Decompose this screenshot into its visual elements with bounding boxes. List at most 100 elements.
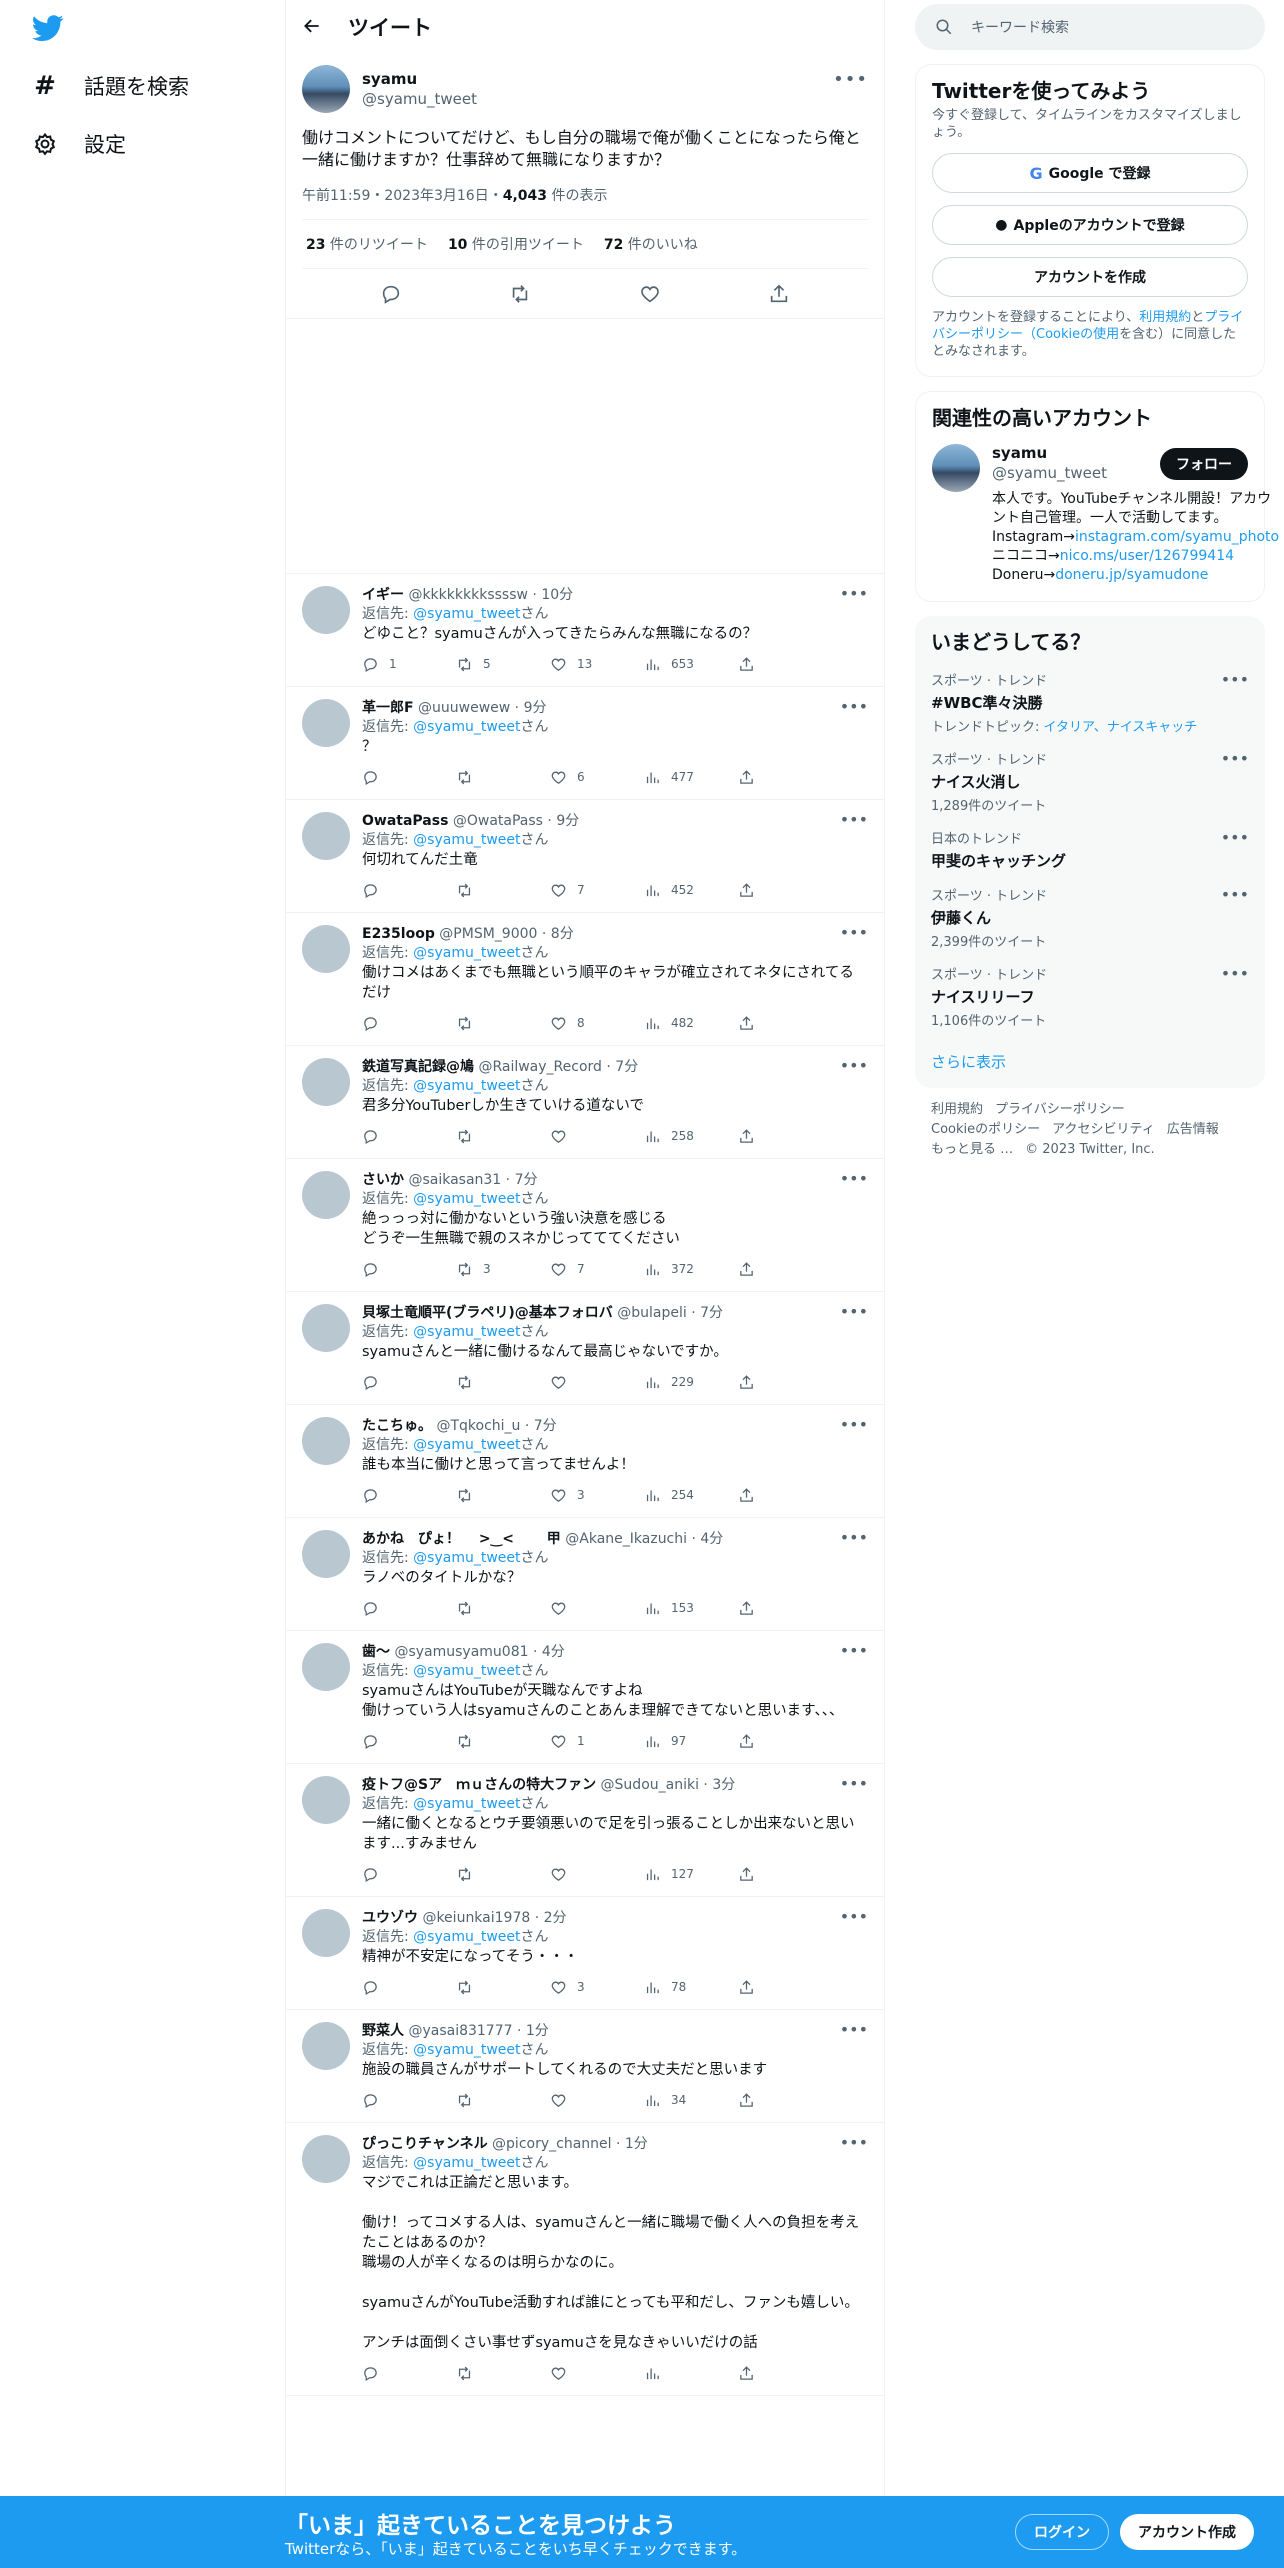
- share-button[interactable]: [738, 1261, 832, 1278]
- views-button[interactable]: 127: [644, 1866, 738, 1883]
- like-button[interactable]: 13: [550, 656, 644, 673]
- like-button[interactable]: 3: [550, 1979, 644, 1996]
- retweet-button[interactable]: [456, 2092, 550, 2109]
- share-button[interactable]: [738, 1866, 832, 1883]
- retweet-button[interactable]: [456, 2365, 550, 2382]
- avatar[interactable]: [302, 1171, 350, 1219]
- more-options-icon[interactable]: •••: [1221, 828, 1249, 847]
- trend-item[interactable]: スポーツ · トレンド 伊藤くん 2,399件のツイート •••: [931, 885, 1249, 950]
- share-button[interactable]: [738, 1600, 832, 1617]
- avatar[interactable]: [302, 2022, 350, 2070]
- reply-button[interactable]: [362, 1487, 456, 1504]
- reply-button[interactable]: [362, 1261, 456, 1278]
- share-icon[interactable]: [768, 283, 790, 305]
- avatar[interactable]: [302, 65, 350, 113]
- retweet-button[interactable]: [456, 1979, 550, 1996]
- views-button[interactable]: 477: [644, 769, 738, 786]
- doneru-link[interactable]: doneru.jp/syamudone: [1055, 567, 1208, 583]
- reply-author-handle[interactable]: @Sudou_aniki: [601, 1777, 699, 1793]
- reply-tweet[interactable]: ユウゾウ @keiunkai1978 · 2分 ••• 返信先: @syamu_tw…: [286, 1897, 884, 2010]
- like-button[interactable]: [550, 1600, 644, 1617]
- trend-item[interactable]: 日本のトレンド 甲斐のキャッチング •••: [931, 828, 1249, 871]
- reply-author-handle[interactable]: @saikasan31: [408, 1172, 501, 1188]
- reply-time[interactable]: 9分: [556, 813, 579, 829]
- reply-author-handle[interactable]: @OwataPass: [453, 813, 543, 829]
- avatar[interactable]: [932, 444, 980, 492]
- reply-tweet[interactable]: 疫トフ@Sア ｍｕさんの特大ファン @Sudou_aniki · 3分 ••• 返信…: [286, 1764, 884, 1897]
- reply-button[interactable]: [362, 1866, 456, 1883]
- login-button[interactable]: ログイン: [1015, 2514, 1109, 2550]
- reply-time[interactable]: 8分: [551, 926, 574, 942]
- avatar[interactable]: [302, 1417, 350, 1465]
- reply-tweet[interactable]: さいか @saikasan31 · 7分 ••• 返信先: @syamu_tweet…: [286, 1159, 884, 1292]
- more-options-icon[interactable]: •••: [840, 584, 868, 603]
- more-options-icon[interactable]: •••: [840, 2133, 868, 2152]
- reply-author-handle[interactable]: @PMSM_9000: [439, 926, 537, 942]
- avatar[interactable]: [302, 1058, 350, 1106]
- like-button[interactable]: 7: [550, 1261, 644, 1278]
- reply-author-handle[interactable]: @Tqkochi_u: [436, 1418, 520, 1434]
- reply-author-name[interactable]: E235loop: [362, 926, 435, 942]
- more-options-icon[interactable]: •••: [840, 923, 868, 942]
- reply-author-name[interactable]: 貝塚土竜順平(ブラペリ)@基本フォロバ: [362, 1305, 613, 1321]
- reply-tweet[interactable]: ぴっこりチャンネル @picory_channel · 1分 ••• 返信先: @s…: [286, 2123, 884, 2396]
- views-button[interactable]: 482: [644, 1015, 738, 1032]
- reply-tweet[interactable]: E235loop @PMSM_9000 · 8分 ••• 返信先: @syamu_t…: [286, 913, 884, 1046]
- nav-settings[interactable]: 設定: [32, 124, 126, 164]
- reply-time[interactable]: 3分: [712, 1777, 735, 1793]
- reply-button[interactable]: 1: [362, 656, 456, 673]
- more-options-icon[interactable]: •••: [840, 1907, 868, 1926]
- reply-mention[interactable]: @syamu_tweet: [413, 2155, 520, 2171]
- retweet-stat[interactable]: 23 件のリツイート: [306, 234, 428, 254]
- avatar[interactable]: [302, 1776, 350, 1824]
- share-button[interactable]: [738, 2365, 832, 2382]
- reply-tweet[interactable]: 歯〜 @syamusyamu081 · 4分 ••• 返信先: @syamu_twe…: [286, 1631, 884, 1764]
- reply-author-handle[interactable]: @syamusyamu081: [394, 1644, 528, 1660]
- trend-item[interactable]: スポーツ · トレンド ナイスリリーフ 1,106件のツイート •••: [931, 964, 1249, 1029]
- like-button[interactable]: [550, 1128, 644, 1145]
- reply-tweet[interactable]: 革一郎F @uuuwewew · 9分 ••• 返信先: @syamu_tweetさ…: [286, 687, 884, 800]
- reply-tweet[interactable]: OwataPass @OwataPass · 9分 ••• 返信先: @syamu_…: [286, 800, 884, 913]
- reply-author-handle[interactable]: @picory_channel: [492, 2136, 611, 2152]
- reply-author-name[interactable]: 革一郎F: [362, 700, 414, 716]
- share-button[interactable]: [738, 656, 832, 673]
- google-signup-button[interactable]: G Google で登録: [932, 153, 1248, 193]
- footer-link-ads[interactable]: 広告情報: [1167, 1122, 1219, 1137]
- like-button[interactable]: 3: [550, 1487, 644, 1504]
- footer-link-terms[interactable]: 利用規約: [931, 1102, 983, 1117]
- reply-tweet[interactable]: イギー @kkkkkkkkssssw · 10分 ••• 返信先: @syamu_t…: [286, 574, 884, 687]
- reply-author-name[interactable]: 疫トフ@Sア ｍｕさんの特大ファン: [362, 1777, 596, 1793]
- views-button[interactable]: 372: [644, 1261, 738, 1278]
- reply-button[interactable]: [362, 1733, 456, 1750]
- like-button[interactable]: [550, 1374, 644, 1391]
- reply-icon[interactable]: [380, 283, 402, 305]
- retweet-button[interactable]: [456, 1374, 550, 1391]
- reply-time[interactable]: 7分: [515, 1172, 538, 1188]
- more-options-icon[interactable]: •••: [840, 697, 868, 716]
- create-account-button[interactable]: アカウントを作成: [932, 257, 1248, 297]
- quote-stat[interactable]: 10 件の引用ツイート: [448, 234, 584, 254]
- share-button[interactable]: [738, 1733, 832, 1750]
- reply-author-name[interactable]: イギー: [362, 587, 404, 603]
- retweet-icon[interactable]: [509, 283, 531, 305]
- follow-button[interactable]: フォロー: [1160, 448, 1248, 480]
- like-button[interactable]: 1: [550, 1733, 644, 1750]
- retweet-button[interactable]: [456, 769, 550, 786]
- reply-mention[interactable]: @syamu_tweet: [413, 606, 520, 622]
- footer-link-privacy[interactable]: プライバシーポリシー: [995, 1102, 1125, 1117]
- reply-mention[interactable]: @syamu_tweet: [413, 832, 520, 848]
- more-options-icon[interactable]: •••: [1221, 749, 1249, 768]
- reply-author-name[interactable]: たこちゅ。: [362, 1418, 432, 1434]
- like-icon[interactable]: [639, 283, 661, 305]
- views-button[interactable]: 97: [644, 1733, 738, 1750]
- like-button[interactable]: 7: [550, 882, 644, 899]
- reply-button[interactable]: [362, 1979, 456, 1996]
- more-options-icon[interactable]: •••: [840, 1415, 868, 1434]
- related-account[interactable]: syamu @syamu_tweet 本人です。YouTubeチャンネル開設！ア…: [932, 444, 1279, 585]
- like-button[interactable]: [550, 2092, 644, 2109]
- reply-tweet[interactable]: たこちゅ。 @Tqkochi_u · 7分 ••• 返信先: @syamu_twee…: [286, 1405, 884, 1518]
- views-button[interactable]: 34: [644, 2092, 738, 2109]
- trend-topic-links[interactable]: イタリア、ナイスキャッチ: [1044, 720, 1198, 735]
- like-button[interactable]: 6: [550, 769, 644, 786]
- instagram-link[interactable]: instagram.com/syamu_photo: [1075, 529, 1279, 545]
